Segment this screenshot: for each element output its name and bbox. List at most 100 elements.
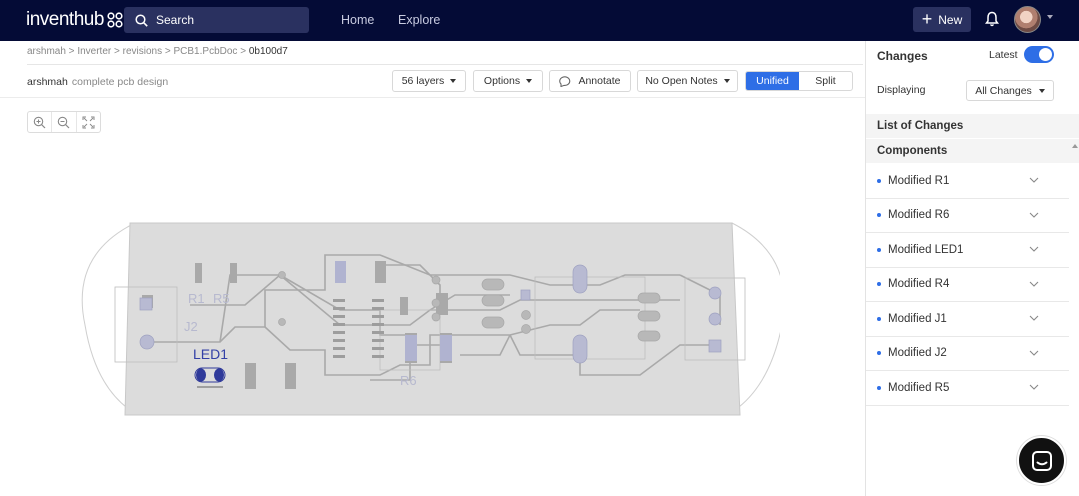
chevron-down-icon (526, 79, 533, 83)
chevron-down-icon (1038, 88, 1045, 93)
notes-dropdown[interactable]: No Open Notes (637, 70, 738, 92)
breadcrumb-sep: > (65, 46, 78, 57)
new-button[interactable]: + New (913, 7, 971, 32)
breadcrumb-repo[interactable]: Inverter (77, 46, 111, 57)
split-view-button[interactable]: Split (799, 72, 852, 90)
plus-icon: + (921, 8, 933, 29)
change-item-r1[interactable]: Modified R1 (866, 164, 1069, 199)
breadcrumb-sep: > (162, 46, 174, 57)
search-icon (135, 13, 148, 27)
silk-label-r1: R1 (188, 291, 205, 306)
bullet-icon (877, 178, 881, 183)
bullet-icon (877, 351, 881, 356)
breadcrumb-revisions[interactable]: revisions (123, 46, 162, 57)
change-label: Modified J1 (888, 312, 947, 325)
layers-dropdown[interactable]: 56 layers (392, 70, 466, 92)
change-item-j2[interactable]: Modified J2 (866, 337, 1069, 371)
bullet-icon (877, 316, 881, 321)
displaying-value: All Changes (975, 84, 1032, 97)
commit-info: arshmah complete pcb design (27, 76, 168, 88)
change-item-r4[interactable]: Modified R4 (866, 268, 1069, 302)
search-input[interactable]: Search (124, 7, 309, 33)
latest-label: Latest (989, 49, 1018, 61)
chevron-down-icon[interactable] (1029, 212, 1039, 218)
commit-author[interactable]: arshmah (27, 76, 68, 88)
bullet-icon (877, 385, 881, 390)
breadcrumb-user[interactable]: arshmah (27, 46, 66, 57)
scroll-up-arrow-icon[interactable] (1072, 144, 1078, 148)
changes-list: Modified R1 Modified R6 Modified LED1 Mo… (866, 164, 1069, 406)
chevron-down-icon (450, 79, 457, 83)
pcb-canvas[interactable]: R1 R5 J2 LED1 R6 (80, 215, 780, 425)
change-label: Modified R4 (888, 278, 950, 291)
logo-text: inventhub (26, 9, 104, 30)
change-label: Modified R5 (888, 381, 950, 394)
expand-icon (82, 116, 95, 128)
latest-toggle[interactable] (1024, 46, 1054, 63)
fit-screen-button[interactable] (75, 112, 100, 132)
breadcrumb: arshmah > Inverter > revisions > PCB1.Pc… (27, 46, 288, 57)
components-header[interactable]: Components (866, 139, 1079, 163)
silk-label-r5: R5 (213, 291, 230, 306)
chevron-down-icon[interactable] (1029, 177, 1039, 183)
chevron-down-icon[interactable] (1029, 315, 1039, 321)
silk-label-r6: R6 (400, 373, 417, 388)
list-of-changes-header: List of Changes (866, 114, 1079, 138)
options-label: Options (483, 75, 521, 87)
chevron-down-icon[interactable] (1029, 350, 1039, 356)
change-item-led1[interactable]: Modified LED1 (866, 233, 1069, 268)
chevron-down-icon[interactable] (1029, 384, 1039, 390)
zoom-in-icon (33, 116, 46, 128)
logo[interactable]: inventhub (26, 9, 123, 31)
change-label: Modified LED1 (888, 243, 964, 256)
chevron-down-icon[interactable] (1029, 246, 1039, 252)
annotate-label: Annotate (578, 75, 621, 87)
divider (27, 64, 863, 65)
change-label: Modified R1 (888, 174, 950, 187)
annotate-button[interactable]: Annotate (549, 70, 631, 92)
notes-label: No Open Notes (645, 75, 718, 87)
unified-view-button[interactable]: Unified (746, 72, 799, 90)
logo-mark-icon (107, 12, 123, 28)
breadcrumb-file[interactable]: PCB1.PcbDoc (174, 46, 238, 57)
zoom-controls (27, 111, 101, 133)
divider (0, 97, 865, 98)
breadcrumb-current: 0b100d7 (248, 46, 288, 57)
displaying-label: Displaying (877, 84, 926, 96)
zoom-in-button[interactable] (28, 112, 51, 132)
bullet-icon (877, 213, 881, 218)
nav-explore-link[interactable]: Explore (398, 13, 440, 27)
chevron-down-icon[interactable] (1029, 281, 1039, 287)
change-item-j1[interactable]: Modified J1 (866, 302, 1069, 337)
chevron-down-icon (723, 79, 730, 83)
chat-launcher-button[interactable] (1017, 436, 1066, 485)
layers-label: 56 layers (401, 75, 445, 87)
account-caret-icon[interactable] (1047, 15, 1053, 19)
new-button-label: New (938, 12, 963, 27)
top-navbar: inventhub Search Home Explore + New (0, 0, 1079, 41)
change-item-r5[interactable]: Modified R5 (866, 371, 1069, 406)
change-label: Modified R6 (888, 209, 950, 222)
chat-icon (1031, 450, 1052, 471)
annotate-icon (559, 76, 571, 87)
avatar[interactable] (1014, 6, 1041, 33)
zoom-out-icon (58, 116, 70, 128)
silk-label-led1: LED1 (193, 346, 228, 362)
zoom-out-button[interactable] (51, 112, 75, 132)
changes-panel-title: Changes (877, 49, 928, 63)
displaying-dropdown[interactable]: All Changes (966, 80, 1054, 101)
commit-message: complete pcb design (71, 76, 169, 88)
bullet-icon (877, 282, 881, 287)
change-item-r6[interactable]: Modified R6 (866, 199, 1069, 233)
view-mode-toggle: Unified Split (745, 71, 853, 91)
breadcrumb-sep: > (237, 46, 249, 57)
search-label: Search (156, 13, 195, 27)
change-label: Modified J2 (888, 347, 947, 360)
options-dropdown[interactable]: Options (473, 70, 543, 92)
changes-panel: Changes Latest Displaying All Changes Li… (865, 41, 1079, 496)
breadcrumb-sep: > (111, 46, 123, 57)
silk-label-j2: J2 (184, 319, 198, 334)
bullet-icon (877, 247, 881, 252)
nav-home-link[interactable]: Home (341, 13, 374, 27)
bell-icon[interactable] (985, 11, 999, 27)
